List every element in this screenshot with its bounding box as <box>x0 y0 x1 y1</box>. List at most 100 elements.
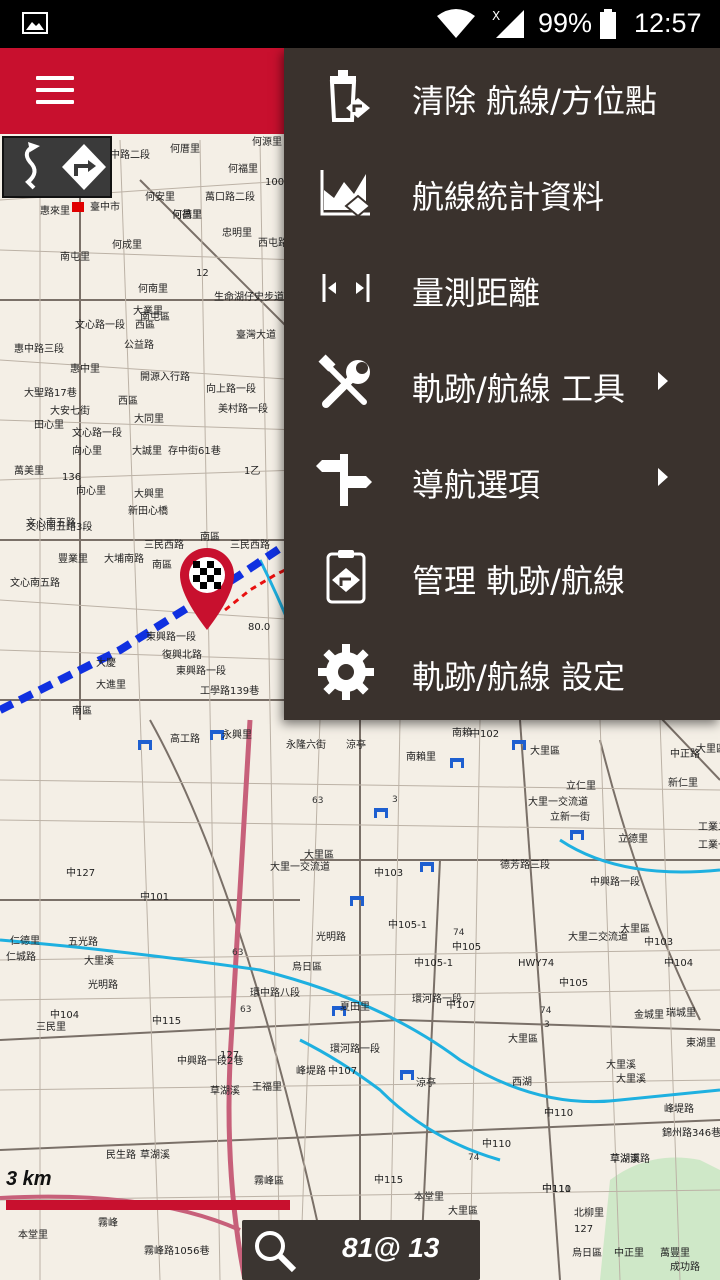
map-label: 東湖里 <box>686 1036 716 1049</box>
menu-item-clear-route[interactable]: 清除 航線/方位點 <box>284 48 720 144</box>
map-label: 開源入行路 <box>140 370 190 383</box>
scale-label: 3 km <box>6 1168 52 1190</box>
svg-text:74: 74 <box>540 1006 552 1016</box>
zoom-search-box[interactable]: 81@ 13 <box>242 1220 480 1280</box>
map-label: 田心里 <box>34 419 64 431</box>
map-label: 東興路一段 <box>146 630 196 643</box>
map-label: 霧峰路1056巷 <box>144 1244 209 1257</box>
submenu-arrow-icon <box>658 372 668 390</box>
route-directions-icon[interactable] <box>58 138 110 196</box>
menu-item-track-route-tools[interactable]: 軌跡/航線 工具 <box>284 336 720 432</box>
map-label: 文心路一段 <box>72 426 122 439</box>
map-label: 中101 <box>140 890 169 903</box>
map-label: 西區 <box>135 319 155 331</box>
map-label: 惠來里 <box>40 204 70 217</box>
map-label: 南賴 <box>452 726 472 739</box>
map-label: 仁城路 <box>6 950 36 963</box>
map-label: 西湖 <box>512 1076 532 1088</box>
route-path-icon[interactable] <box>8 138 60 196</box>
map-label: 中110 <box>482 1137 511 1150</box>
map-label: 中興路一段2巷 <box>177 1054 243 1067</box>
battery-percent: 99% <box>538 8 593 38</box>
map-label: 惠中路三段 <box>14 342 64 355</box>
map-label: 成功路 <box>670 1260 700 1273</box>
map-label: 涼亭 <box>416 1076 436 1089</box>
map-label: 大同里 <box>134 412 164 425</box>
hamburger-menu-icon[interactable] <box>36 76 74 104</box>
map-label: 南區 <box>72 704 92 717</box>
map-label: 127 <box>574 1224 593 1235</box>
zoom-readout: 81@ 13 <box>342 1232 440 1263</box>
map-label: 新仁里 <box>668 776 698 789</box>
map-label: 新田心橋 <box>128 504 168 517</box>
map-label: 光明路 <box>88 978 118 991</box>
map-label: 向心里 <box>72 444 102 457</box>
map-label: 峰堤路 <box>296 1064 326 1077</box>
search-icon[interactable] <box>250 1226 298 1274</box>
map-label: 中103 <box>374 866 403 879</box>
map-label: 中正里 <box>614 1246 644 1259</box>
map-label: 豐業里 <box>58 552 88 565</box>
map-label: 萬豐里 <box>660 1246 690 1259</box>
gallery-icon <box>22 12 48 34</box>
map-label: 136 <box>62 472 81 483</box>
map-label: 南區 <box>200 530 220 543</box>
map-label: 存中街61巷 <box>168 444 221 457</box>
route-label: 80.0 <box>248 622 270 633</box>
map-label: 12 <box>196 268 209 279</box>
menu-item-track-route-settings[interactable]: 軌跡/航線 設定 <box>284 624 720 720</box>
route-statistics-icon <box>320 170 372 218</box>
map-label: 萬美里 <box>14 464 44 477</box>
clipboard-route-icon <box>326 550 366 604</box>
map-label: 霧峰區 <box>254 1175 284 1187</box>
map-label: 萬口路二段 <box>205 190 255 203</box>
map-label: 大埔南路 <box>104 552 144 565</box>
map-label: 惠中里 <box>70 362 100 375</box>
map-label: 南屯里 <box>60 250 90 263</box>
map-label: 高工路 <box>170 732 200 745</box>
map-label: 烏日區 <box>292 960 322 973</box>
map-label: 公益路 <box>124 338 154 351</box>
map-label: 1乙 <box>244 465 260 477</box>
map-label: 中興路一段 <box>590 875 640 888</box>
map-label: 何厝里 <box>170 142 200 155</box>
map-label: 永隆六街 <box>286 738 326 751</box>
map-label: 中103 <box>644 935 673 948</box>
map-label: 何昌里 <box>172 208 202 221</box>
map-label: 文心南五路 <box>10 576 60 589</box>
map-label: 中路二段 <box>110 148 150 161</box>
svg-text:X: X <box>492 9 500 23</box>
map-label: 環河路一段 <box>330 1042 380 1055</box>
menu-item-route-statistics[interactable]: 航線統計資料 <box>284 144 720 240</box>
map-label: 復興北路 <box>162 648 202 661</box>
map-label: 大進里 <box>96 678 126 691</box>
map-scale: 3 km <box>6 1168 290 1210</box>
map-label: 大里溪 <box>606 1058 636 1071</box>
menu-item-measure-distance[interactable]: 量測距離 <box>284 240 720 336</box>
map-label: 南區 <box>152 558 172 571</box>
signal-icon: X <box>492 9 524 38</box>
svg-text:63: 63 <box>312 796 323 806</box>
menu-item-navigation-options[interactable]: 導航選項 <box>284 432 720 528</box>
map-label: 美村路一段 <box>218 402 268 415</box>
gear-icon <box>318 644 374 700</box>
map-label: 三民西路 <box>230 538 270 551</box>
map-label: 環中路八段 <box>250 986 300 999</box>
map-label: 烏日區 <box>572 1246 602 1259</box>
map-label: 五光路 <box>68 935 98 948</box>
map-label: 民生路 <box>106 1148 136 1161</box>
map-label: 中102 <box>470 727 499 740</box>
map-label: 中105-1 <box>414 956 453 969</box>
map-label: 南賴里 <box>406 750 436 763</box>
menu-item-manage-tracks[interactable]: 管理 軌跡/航線 <box>284 528 720 624</box>
map-label: 中107 <box>446 998 475 1011</box>
map-label: 三民里 <box>36 1021 66 1033</box>
map-label: 工業二路 <box>698 820 720 833</box>
map-label: 草湖東路 <box>610 1152 650 1165</box>
map-label: 向上路一段 <box>206 382 256 395</box>
svg-text:3: 3 <box>392 795 398 805</box>
map-label: 生命湖仔史步道 <box>214 290 284 303</box>
route-tools-panel <box>2 136 112 198</box>
map-label: 大里區 <box>508 1032 538 1045</box>
map-label: 大興里 <box>134 487 164 500</box>
